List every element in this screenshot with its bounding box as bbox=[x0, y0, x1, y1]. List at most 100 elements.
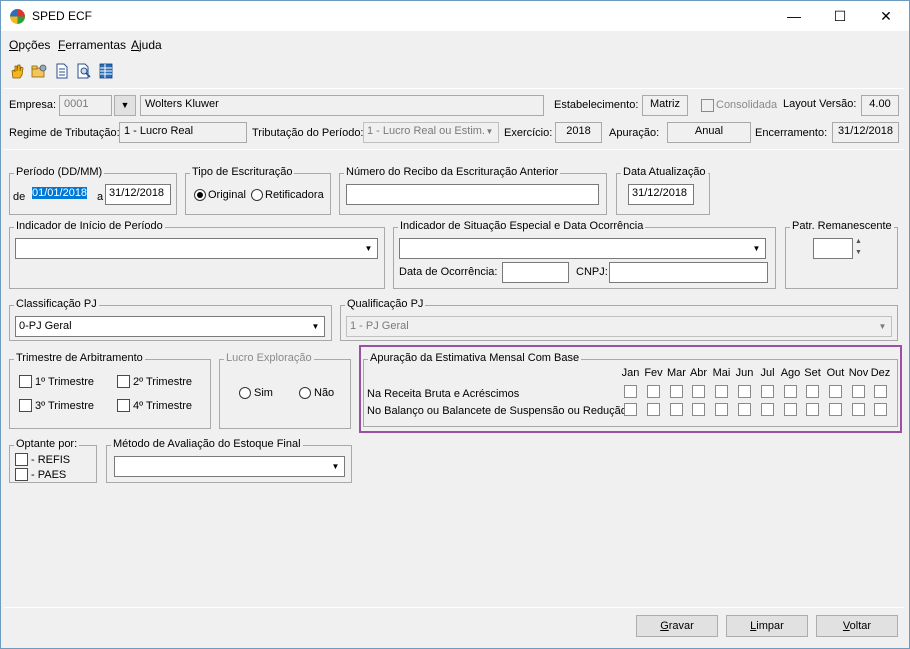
estabelecimento-field: Matriz bbox=[642, 95, 688, 116]
balanco-checkbox[interactable] bbox=[624, 403, 637, 416]
regime-label: Regime de Tributação: bbox=[9, 127, 120, 139]
close-button[interactable]: ✕ bbox=[863, 1, 909, 31]
lucro-nao-label: Não bbox=[314, 387, 335, 399]
receita-bruta-checkbox[interactable] bbox=[715, 385, 728, 398]
balanco-checkbox[interactable] bbox=[647, 403, 660, 416]
indicador-situacao-title: Indicador de Situação Especial e Data Oc… bbox=[398, 220, 646, 232]
search-document-icon[interactable] bbox=[76, 63, 92, 79]
receita-bruta-checkbox[interactable] bbox=[806, 385, 819, 398]
trimestre-4-checkbox[interactable] bbox=[117, 399, 130, 412]
spin-down-icon[interactable]: ▼ bbox=[855, 248, 862, 258]
indicador-situacao-combo[interactable]: ▼ bbox=[399, 238, 766, 259]
trimestre-1-label: 1º Trimestre bbox=[35, 376, 95, 388]
minimize-button[interactable]: — bbox=[771, 1, 817, 31]
voltar-button[interactable]: Voltar bbox=[816, 615, 898, 637]
menu-opcoes[interactable]: Opções bbox=[9, 38, 50, 52]
consolidada-checkbox[interactable] bbox=[701, 99, 714, 112]
recibo-title: Número do Recibo da Escrituração Anterio… bbox=[344, 166, 561, 178]
refis-checkbox[interactable] bbox=[15, 453, 28, 466]
tributacao-periodo-combo[interactable]: 1 - Lucro Real ou Estim. ▼ bbox=[363, 122, 499, 143]
chevron-down-icon: ▼ bbox=[878, 322, 887, 331]
menu-ferramentas[interactable]: Ferramentas bbox=[58, 38, 126, 52]
tributacao-periodo-label: Tributação do Período: bbox=[252, 127, 364, 139]
balanco-checkbox[interactable] bbox=[829, 403, 842, 416]
classificacao-value: 0-PJ Geral bbox=[19, 320, 72, 332]
spin-up-icon[interactable]: ▲ bbox=[855, 237, 862, 247]
maximize-button[interactable]: ☐ bbox=[817, 1, 863, 31]
receita-bruta-checkbox[interactable] bbox=[874, 385, 887, 398]
gravar-button[interactable]: Gravar bbox=[636, 615, 718, 637]
lucro-sim-radio[interactable] bbox=[239, 387, 251, 399]
indicador-inicio-combo[interactable]: ▼ bbox=[15, 238, 378, 259]
trimestre-3-label: 3º Trimestre bbox=[35, 400, 95, 412]
layout-versao-label: Layout Versão: bbox=[783, 98, 857, 110]
receita-bruta-checkbox[interactable] bbox=[829, 385, 842, 398]
original-radio[interactable] bbox=[194, 189, 206, 201]
folder-settings-icon[interactable] bbox=[31, 63, 47, 79]
cnpj-input[interactable] bbox=[609, 262, 768, 283]
qualificacao-value: 1 - PJ Geral bbox=[350, 320, 409, 332]
month-header: Fev bbox=[644, 367, 663, 379]
balanco-checkbox[interactable] bbox=[784, 403, 797, 416]
month-header: Jan bbox=[621, 367, 640, 379]
document-icon[interactable] bbox=[54, 63, 70, 79]
retificadora-radio[interactable] bbox=[251, 189, 263, 201]
exercicio-field: 2018 bbox=[555, 122, 602, 143]
empresa-code-field: 0001 bbox=[59, 95, 112, 116]
balanco-checkbox[interactable] bbox=[806, 403, 819, 416]
menu-ajuda[interactable]: Ajuda bbox=[131, 38, 162, 52]
balanco-checkbox[interactable] bbox=[692, 403, 705, 416]
metodo-combo[interactable]: ▼ bbox=[114, 456, 345, 477]
receita-bruta-checkbox[interactable] bbox=[852, 385, 865, 398]
receita-bruta-checkbox[interactable] bbox=[670, 385, 683, 398]
balanco-label: No Balanço ou Balancete de Suspensão ou … bbox=[367, 405, 627, 417]
data-atualizacao-title: Data Atualização bbox=[621, 166, 708, 178]
periodo-de-input[interactable]: 01/01/2018 bbox=[28, 184, 92, 205]
paes-checkbox[interactable] bbox=[15, 468, 28, 481]
receita-bruta-checkbox[interactable] bbox=[692, 385, 705, 398]
qualificacao-title: Qualificação PJ bbox=[345, 298, 426, 310]
balanco-checkbox[interactable] bbox=[715, 403, 728, 416]
balanco-checkbox[interactable] bbox=[874, 403, 887, 416]
periodo-a-input[interactable]: 31/12/2018 bbox=[105, 184, 171, 205]
balanco-checkbox[interactable] bbox=[761, 403, 774, 416]
month-header: Jun bbox=[735, 367, 754, 379]
trimestre-4-label: 4º Trimestre bbox=[133, 400, 193, 412]
receita-bruta-checkbox[interactable] bbox=[738, 385, 751, 398]
consolidada-label: Consolidada bbox=[716, 99, 778, 111]
regime-field: 1 - Lucro Real bbox=[119, 122, 247, 143]
month-header: Mai bbox=[712, 367, 731, 379]
trimestre-3-checkbox[interactable] bbox=[19, 399, 32, 412]
periodo-de-value: 01/01/2018 bbox=[32, 187, 88, 199]
balanco-checkbox[interactable] bbox=[738, 403, 751, 416]
receita-bruta-checkbox[interactable] bbox=[624, 385, 637, 398]
receita-bruta-checkbox[interactable] bbox=[784, 385, 797, 398]
month-header: Jul bbox=[760, 367, 775, 379]
trimestre-2-label: 2º Trimestre bbox=[133, 376, 193, 388]
empresa-dropdown-button[interactable]: ▼ bbox=[114, 95, 136, 116]
data-atualizacao-input[interactable]: 31/12/2018 bbox=[628, 184, 694, 205]
classificacao-combo[interactable]: 0-PJ Geral ▼ bbox=[15, 316, 325, 337]
data-ocorrencia-input[interactable] bbox=[502, 262, 569, 283]
encerramento-label: Encerramento: bbox=[755, 127, 828, 139]
tributacao-periodo-value: 1 - Lucro Real ou Estim. bbox=[367, 125, 485, 137]
layout-versao-field: 4.00 bbox=[861, 95, 899, 116]
database-icon[interactable] bbox=[98, 63, 114, 79]
receita-bruta-checkbox[interactable] bbox=[761, 385, 774, 398]
month-header: Nov bbox=[848, 367, 869, 379]
exercicio-label: Exercício: bbox=[504, 127, 553, 139]
trimestre-1-checkbox[interactable] bbox=[19, 375, 32, 388]
tipo-escrituracao-title: Tipo de Escrituração bbox=[190, 166, 295, 178]
balanco-checkbox[interactable] bbox=[852, 403, 865, 416]
recibo-input[interactable] bbox=[346, 184, 599, 205]
balanco-checkbox[interactable] bbox=[670, 403, 683, 416]
hand-icon[interactable] bbox=[9, 63, 25, 79]
main-window: SPED ECF — ☐ ✕ Opções Ferramentas Ajuda … bbox=[0, 0, 910, 649]
lucro-nao-radio[interactable] bbox=[299, 387, 311, 399]
patr-remanescente-input[interactable] bbox=[813, 238, 853, 259]
receita-bruta-checkbox[interactable] bbox=[647, 385, 660, 398]
trimestre-2-checkbox[interactable] bbox=[117, 375, 130, 388]
limpar-button[interactable]: Limpar bbox=[726, 615, 808, 637]
classificacao-title: Classificação PJ bbox=[14, 298, 99, 310]
qualificacao-combo[interactable]: 1 - PJ Geral ▼ bbox=[346, 316, 892, 337]
